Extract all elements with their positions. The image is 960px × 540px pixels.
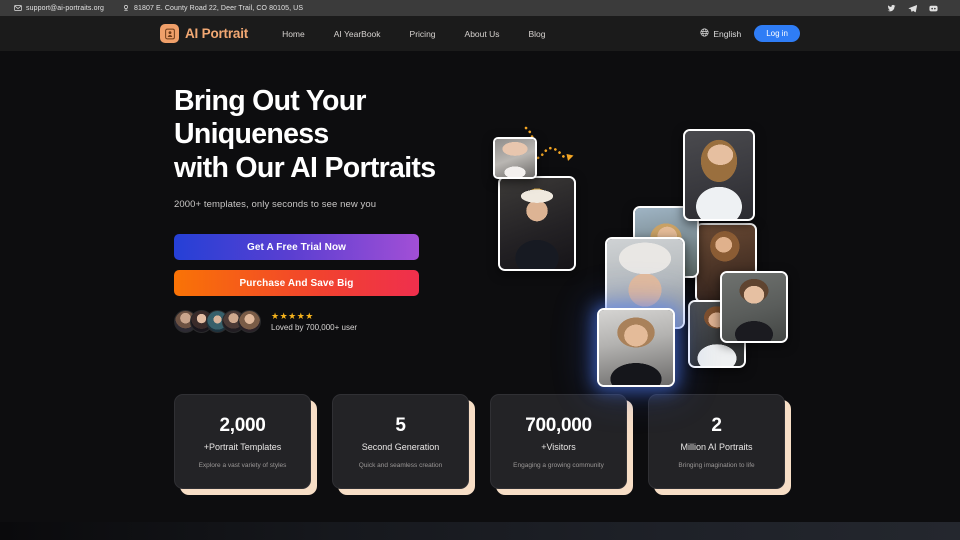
- portrait-photo-businesswoman: [722, 273, 786, 341]
- stat-value: 700,000: [525, 415, 592, 437]
- nav-item-about-us[interactable]: About Us: [465, 29, 500, 39]
- avatar-group: [174, 310, 261, 333]
- stats-row: 2,000 +Portrait Templates Explore a vast…: [174, 394, 785, 489]
- nav-item-home[interactable]: Home: [282, 29, 305, 39]
- brand-logo[interactable]: AI Portrait: [160, 24, 248, 43]
- contact-email[interactable]: support@ai-portraits.org: [14, 4, 104, 12]
- portrait-card-doctor[interactable]: [683, 129, 755, 221]
- language-label: English: [713, 29, 741, 39]
- stat-description: Quick and seamless creation: [359, 462, 442, 469]
- contact-address-text: 81807 E. County Road 22, Deer Trail, CO …: [134, 5, 303, 12]
- stat-value: 2: [711, 415, 721, 437]
- portrait-photo-police: [599, 310, 673, 385]
- nav-item-blog[interactable]: Blog: [529, 29, 546, 39]
- free-trial-button[interactable]: Get A Free Trial Now: [174, 234, 419, 260]
- star-rating: ★★★★★: [271, 312, 357, 321]
- twitter-icon[interactable]: [887, 4, 896, 13]
- headline-line-2: with Our AI Portraits: [174, 152, 435, 184]
- stat-description: Explore a vast variety of styles: [199, 462, 287, 469]
- stat-card-templates: 2,000 +Portrait Templates Explore a vast…: [174, 394, 311, 489]
- globe-icon: [700, 28, 709, 39]
- nav-links: Home AI YearBook Pricing About Us Blog: [282, 29, 545, 39]
- stat-label: +Visitors: [541, 442, 576, 452]
- stat-card-visitors: 700,000 +Visitors Engaging a growing com…: [490, 394, 627, 489]
- stat-card-generation: 5 Second Generation Quick and seamless c…: [332, 394, 469, 489]
- portrait-card-police[interactable]: [597, 308, 675, 387]
- login-button[interactable]: Log in: [754, 25, 800, 42]
- cta-group: Get A Free Trial Now Purchase And Save B…: [174, 234, 419, 296]
- nav-item-pricing[interactable]: Pricing: [410, 29, 436, 39]
- location-pin-icon: [122, 4, 130, 12]
- stat-value: 5: [395, 415, 405, 437]
- source-portrait-card[interactable]: [493, 137, 537, 179]
- utility-bar: support@ai-portraits.org 81807 E. County…: [0, 0, 960, 16]
- contact-card-icon: [160, 24, 179, 43]
- purchase-button[interactable]: Purchase And Save Big: [174, 270, 419, 296]
- mail-icon: [14, 4, 22, 12]
- portrait-collage: [485, 76, 805, 376]
- hero-copy: Bring Out Your Uniqueness with Our AI Po…: [174, 85, 504, 333]
- portrait-card-businesswoman[interactable]: [720, 271, 788, 343]
- portrait-card-naval-officer[interactable]: [498, 176, 576, 271]
- stat-label: Second Generation: [362, 442, 440, 452]
- hero-subhead: 2000+ templates, only seconds to see new…: [174, 199, 504, 210]
- discord-icon[interactable]: [929, 4, 938, 13]
- hero-section: Bring Out Your Uniqueness with Our AI Po…: [0, 51, 960, 505]
- telegram-icon[interactable]: [908, 4, 917, 13]
- next-section-divider: [0, 522, 960, 540]
- social-proof: ★★★★★ Loved by 700,000+ user: [174, 310, 504, 333]
- stat-value: 2,000: [219, 415, 265, 437]
- brand-name: AI Portrait: [185, 26, 248, 41]
- page-title: Bring Out Your Uniqueness with Our AI Po…: [174, 85, 504, 185]
- portrait-photo-naval-officer: [500, 178, 574, 269]
- stat-description: Bringing imagination to life: [678, 462, 754, 469]
- main-navbar: AI Portrait Home AI YearBook Pricing Abo…: [0, 16, 960, 51]
- proof-text: ★★★★★ Loved by 700,000+ user: [271, 312, 357, 332]
- headline-line-1: Bring Out Your Uniqueness: [174, 85, 366, 150]
- social-links: [887, 4, 946, 13]
- avatar: [238, 310, 261, 333]
- stat-label: Million AI Portraits: [680, 442, 752, 452]
- contact-address: 81807 E. County Road 22, Deer Trail, CO …: [122, 4, 303, 12]
- proof-label: Loved by 700,000+ user: [271, 323, 357, 332]
- source-portrait-photo: [495, 139, 535, 177]
- language-selector[interactable]: English: [700, 28, 741, 39]
- stat-label: +Portrait Templates: [204, 442, 282, 452]
- contact-email-text: support@ai-portraits.org: [26, 5, 104, 12]
- portrait-photo-doctor: [685, 131, 753, 219]
- stat-card-portraits: 2 Million AI Portraits Bringing imaginat…: [648, 394, 785, 489]
- nav-item-ai-yearbook[interactable]: AI YearBook: [334, 29, 381, 39]
- stat-description: Engaging a growing community: [513, 462, 604, 469]
- nav-actions: English Log in: [700, 25, 800, 42]
